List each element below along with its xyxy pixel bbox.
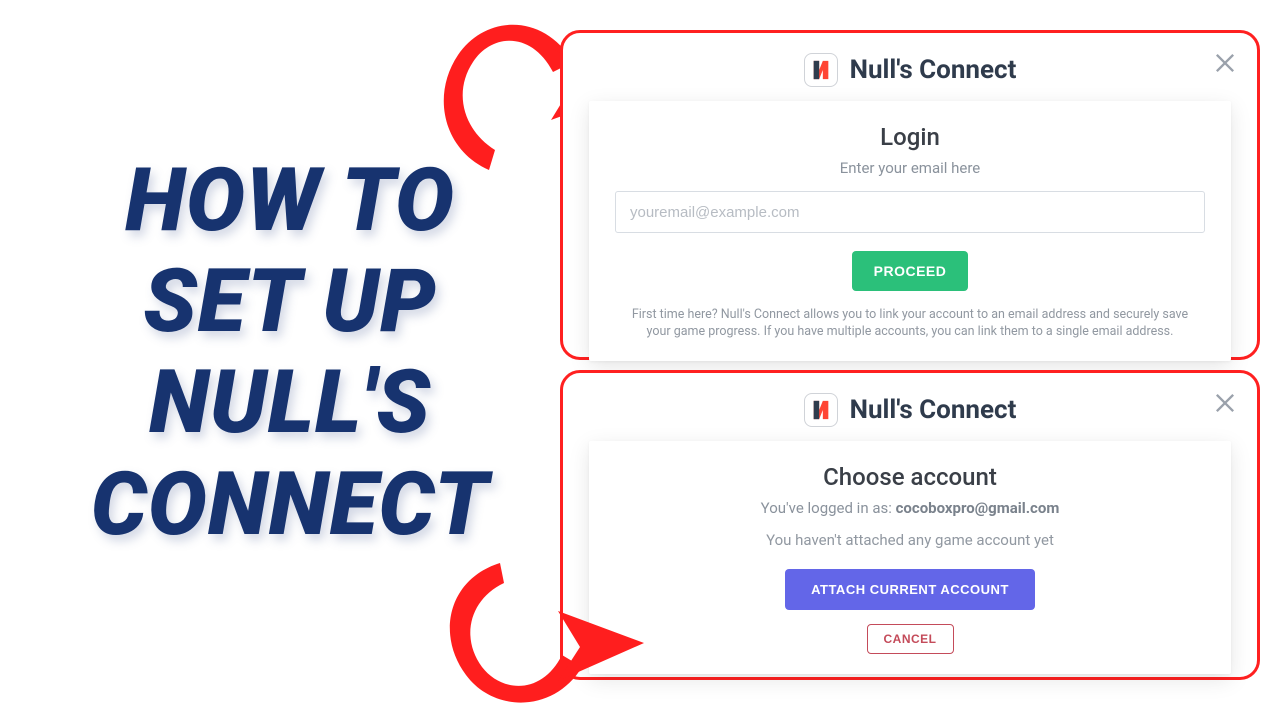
login-fine-print: First time here? Null's Connect allows y… <box>615 307 1205 341</box>
close-icon[interactable] <box>1211 389 1239 417</box>
nulls-logo-icon <box>804 53 838 87</box>
panel-header: Null's Connect <box>589 393 1231 427</box>
no-account-message: You haven't attached any game account ye… <box>615 531 1205 549</box>
logged-in-email: cocoboxpro@gmail.com <box>896 499 1060 517</box>
login-card: Login Enter your email here PROCEED Firs… <box>589 101 1231 361</box>
choose-title: Choose account <box>615 463 1205 491</box>
login-title: Login <box>615 123 1205 151</box>
email-field[interactable] <box>615 191 1205 233</box>
login-subtitle: Enter your email here <box>615 159 1205 177</box>
choose-card: Choose account You've logged in as: coco… <box>589 441 1231 674</box>
nulls-logo-icon <box>804 393 838 427</box>
logged-in-prefix: You've logged in as: <box>761 499 896 517</box>
cancel-button[interactable]: CANCEL <box>867 624 954 654</box>
login-panel: Null's Connect Login Enter your email he… <box>560 30 1260 360</box>
brand-title: Null's Connect <box>850 395 1017 425</box>
brand-title: Null's Connect <box>850 55 1017 85</box>
proceed-button[interactable]: PROCEED <box>852 251 969 291</box>
panel-header: Null's Connect <box>589 53 1231 87</box>
close-icon[interactable] <box>1211 49 1239 77</box>
attach-account-button[interactable]: ATTACH CURRENT ACCOUNT <box>785 569 1035 610</box>
tutorial-headline: HOW TO SET UP NULL'S CONNECT <box>40 150 540 555</box>
choose-account-panel: Null's Connect Choose account You've log… <box>560 370 1260 680</box>
logged-in-line: You've logged in as: cocoboxpro@gmail.co… <box>615 499 1205 517</box>
